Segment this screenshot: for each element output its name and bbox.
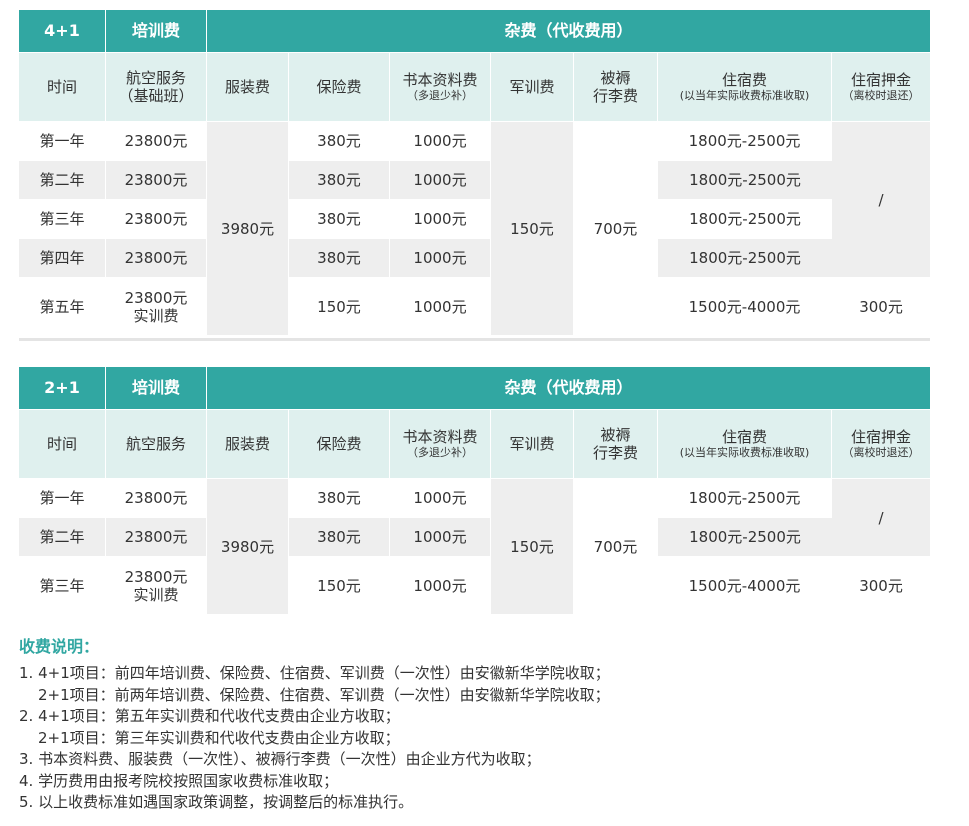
tuition-cell: 23800元 xyxy=(106,518,207,557)
program-label: 2+1 xyxy=(19,367,106,410)
year-cell: 第二年 xyxy=(19,161,106,200)
note-line: 2+1项目：前两年培训费、保险费、住宿费、军训费（一次性）由安徽新华学院收取； xyxy=(38,685,610,704)
table-row: 第三年 23800元 实训费 150元 1000元 1500元-4000元 300… xyxy=(19,557,931,615)
fee-notes: 收费说明： 1. 4+1项目：前四年培训费、保险费、住宿费、军训费（一次性）由安… xyxy=(19,635,949,814)
table-row: 第一年 23800元 3980元 380元 1000元 150元 700元 18… xyxy=(19,122,931,336)
insurance-cell: 380元 xyxy=(289,239,390,278)
tuition-cell: 23800元 实训费 xyxy=(106,278,207,336)
table-row: 第二年 23800元 380元 1000元 1800元-2500元 xyxy=(19,518,930,557)
deposit-cell: 300元 xyxy=(832,557,931,615)
misc-fee-header: 杂费（代收费用） xyxy=(207,367,931,410)
insurance-cell: 380元 xyxy=(289,122,390,161)
note-line: 4. 学历费用由报考院校按照国家收费标准收取； xyxy=(19,771,339,790)
books-cell: 1000元 xyxy=(390,239,491,278)
note-line: 1. 4+1项目：前四年培训费、保险费、住宿费、军训费（一次性）由安徽新华学院收… xyxy=(19,664,610,682)
books-cell: 1000元 xyxy=(390,200,491,239)
year-cell: 第一年 xyxy=(19,479,106,518)
books-cell: 1000元 xyxy=(390,122,491,161)
col-military: 军训费 xyxy=(491,53,574,122)
note-line: 3. 书本资料费、服装费（一次性）、被褥行李费（一次性）由企业方代为收取； xyxy=(19,750,541,768)
table-row: 第三年 23800元 380元 1000元 1800元-2500元 xyxy=(19,200,930,239)
insurance-cell: 380元 xyxy=(289,479,390,518)
fee-table-2plus1: 2+1 培训费 杂费（代收费用） 时间 航空服务 服装费 保险费 书本资料费 （多… xyxy=(19,367,931,615)
lodging-cell: 1500元-4000元 xyxy=(658,557,832,615)
table-row: 第五年 23800元 实训费 150元 1000元 1500元-4000元 300… xyxy=(19,278,931,336)
books-cell: 1000元 xyxy=(390,479,491,518)
tuition-cell: 23800元 xyxy=(106,239,207,278)
lodging-cell: 1800元-2500元 xyxy=(658,122,832,161)
col-lodging: 住宿费 (以当年实际收费标准收取) xyxy=(658,53,832,122)
bedding-cell: 700元 xyxy=(574,479,658,615)
books-cell: 1000元 xyxy=(390,557,491,615)
col-uniform: 服装费 xyxy=(207,53,289,122)
col-deposit: 住宿押金 （离校时退还） xyxy=(832,53,931,122)
deposit-slash-cell: / xyxy=(832,479,931,557)
year-cell: 第四年 xyxy=(19,239,106,278)
note-line: 2+1项目：第三年实训费和代收代支费由企业方收取； xyxy=(38,728,400,747)
lodging-cell: 1500元-4000元 xyxy=(658,278,832,336)
uniform-cell: 3980元 xyxy=(207,122,289,336)
military-cell: 150元 xyxy=(491,122,574,336)
table-row: 第二年 23800元 380元 1000元 1800元-2500元 xyxy=(19,161,930,200)
col-books: 书本资料费 （多退少补） xyxy=(390,410,491,479)
table-row: 第一年 23800元 3980元 380元 1000元 150元 700元 18… xyxy=(19,479,931,615)
notes-title: 收费说明： xyxy=(19,637,100,656)
col-time: 时间 xyxy=(19,53,106,122)
column-header-row: 时间 航空服务 （基础班） 服装费 保险费 书本资料费 （多退少补） 军训费 被褥行… xyxy=(19,53,931,122)
fee-table-4plus1: 4+1 培训费 杂费（代收费用） 时间 航空服务 （基础班） 服装费 保险费 书本… xyxy=(19,10,931,336)
tuition-cell: 23800元 xyxy=(106,479,207,518)
books-cell: 1000元 xyxy=(390,278,491,336)
tuition-cell: 23800元 实训费 xyxy=(106,557,207,615)
year-cell: 第一年 xyxy=(19,122,106,161)
lodging-cell: 1800元-2500元 xyxy=(658,161,832,200)
lodging-cell: 1800元-2500元 xyxy=(658,479,832,518)
year-cell: 第二年 xyxy=(19,518,106,557)
table-bottom-rule xyxy=(19,338,930,341)
insurance-cell: 380元 xyxy=(289,518,390,557)
bedding-cell: 700元 xyxy=(574,122,658,336)
col-aviation: 航空服务 xyxy=(106,410,207,479)
tuition-cell: 23800元 xyxy=(106,161,207,200)
military-cell: 150元 xyxy=(491,479,574,615)
books-cell: 1000元 xyxy=(390,518,491,557)
col-time: 时间 xyxy=(19,410,106,479)
note-line: 5. 以上收费标准如遇国家政策调整，按调整后的标准执行。 xyxy=(19,793,414,811)
table-top-header: 4+1 培训费 杂费（代收费用） xyxy=(19,10,931,53)
col-insurance: 保险费 xyxy=(289,53,390,122)
training-fee-header: 培训费 xyxy=(106,10,207,53)
year-cell: 第三年 xyxy=(19,200,106,239)
insurance-cell: 380元 xyxy=(289,161,390,200)
year-cell: 第五年 xyxy=(19,278,106,336)
year-cell: 第三年 xyxy=(19,557,106,615)
table-top-header: 2+1 培训费 杂费（代收费用） xyxy=(19,367,931,410)
insurance-cell: 150元 xyxy=(289,278,390,336)
misc-fee-header: 杂费（代收费用） xyxy=(207,10,931,53)
training-fee-header: 培训费 xyxy=(106,367,207,410)
col-bedding: 被褥 行李费 xyxy=(574,53,658,122)
books-cell: 1000元 xyxy=(390,161,491,200)
table-row: 第四年 23800元 380元 1000元 1800元-2500元 xyxy=(19,239,930,278)
column-header-row: 时间 航空服务 服装费 保险费 书本资料费 （多退少补） 军训费 被褥 行李费 住宿… xyxy=(19,410,931,479)
tuition-cell: 23800元 xyxy=(106,122,207,161)
col-military: 军训费 xyxy=(491,410,574,479)
insurance-cell: 150元 xyxy=(289,557,390,615)
uniform-cell: 3980元 xyxy=(207,479,289,615)
tuition-cell: 23800元 xyxy=(106,200,207,239)
deposit-cell: 300元 xyxy=(832,278,931,336)
col-lodging: 住宿费 (以当年实际收费标准收取) xyxy=(658,410,832,479)
lodging-cell: 1800元-2500元 xyxy=(658,239,832,278)
col-books: 书本资料费 （多退少补） xyxy=(390,53,491,122)
col-uniform: 服装费 xyxy=(207,410,289,479)
note-line: 2. 4+1项目：第五年实训费和代收代支费由企业方收取； xyxy=(19,707,400,725)
col-insurance: 保险费 xyxy=(289,410,390,479)
insurance-cell: 380元 xyxy=(289,200,390,239)
deposit-slash-cell: / xyxy=(832,122,931,278)
program-label: 4+1 xyxy=(19,10,106,53)
col-aviation: 航空服务 （基础班） xyxy=(106,53,207,122)
col-bedding: 被褥 行李费 xyxy=(574,410,658,479)
lodging-cell: 1800元-2500元 xyxy=(658,200,832,239)
col-deposit: 住宿押金 （离校时退还） xyxy=(832,410,931,479)
lodging-cell: 1800元-2500元 xyxy=(658,518,832,557)
